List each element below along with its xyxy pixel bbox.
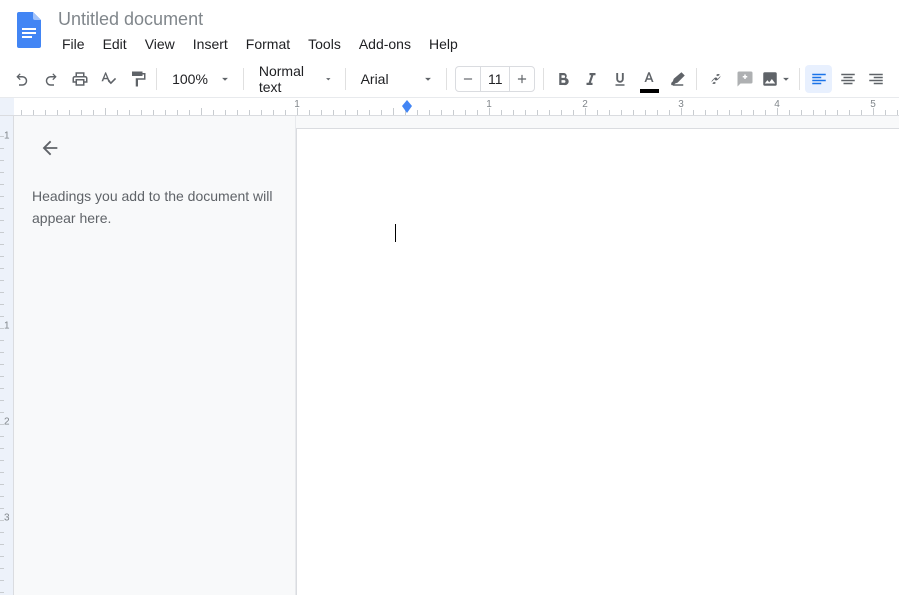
zoom-dropdown[interactable]: 100% [162, 65, 238, 93]
print-button[interactable] [67, 65, 94, 93]
separator [446, 68, 447, 90]
left-indent-marker[interactable] [402, 106, 412, 113]
menu-file[interactable]: File [54, 32, 93, 56]
redo-button[interactable] [38, 65, 65, 93]
menu-help[interactable]: Help [421, 32, 466, 56]
toolbar: 100% Normal text Arial [0, 60, 899, 98]
v-ruler-num: 3 [4, 513, 10, 524]
separator [345, 68, 346, 90]
horizontal-ruler[interactable]: 1 1 2 3 4 5 [0, 98, 899, 116]
separator [543, 68, 544, 90]
document-canvas[interactable] [296, 116, 899, 595]
font-size-stepper [455, 66, 535, 92]
text-cursor [395, 224, 396, 242]
separator [696, 68, 697, 90]
font-size-increase[interactable] [510, 67, 534, 91]
menu-view[interactable]: View [137, 32, 183, 56]
chevron-down-icon [218, 72, 232, 86]
outline-collapse-button[interactable] [32, 130, 68, 166]
menu-addons[interactable]: Add-ons [351, 32, 419, 56]
menu-tools[interactable]: Tools [300, 32, 349, 56]
text-color-button[interactable] [636, 65, 663, 93]
separator [156, 68, 157, 90]
text-color-indicator [640, 89, 659, 93]
font-family-value: Arial [361, 71, 389, 87]
insert-link-button[interactable] [702, 65, 729, 93]
insert-comment-button[interactable] [731, 65, 758, 93]
chevron-down-icon [779, 72, 793, 86]
font-family-dropdown[interactable]: Arial [351, 65, 442, 93]
v-ruler-num: 1 [4, 131, 10, 142]
font-size-input[interactable] [480, 67, 510, 91]
paragraph-style-value: Normal text [259, 63, 313, 95]
header-bar: Untitled document File Edit View Insert … [0, 0, 899, 56]
arrow-left-icon [39, 137, 61, 159]
doc-title[interactable]: Untitled document [54, 6, 466, 32]
h-ruler-track: 1 1 2 3 4 5 [14, 98, 899, 115]
bold-button[interactable] [549, 65, 576, 93]
underline-button[interactable] [607, 65, 634, 93]
ruler-corner [0, 98, 14, 115]
outline-empty-hint: Headings you add to the document will ap… [32, 186, 277, 229]
align-right-button[interactable] [863, 65, 890, 93]
menu-format[interactable]: Format [238, 32, 298, 56]
font-size-decrease[interactable] [456, 67, 480, 91]
italic-button[interactable] [578, 65, 605, 93]
separator [243, 68, 244, 90]
workspace: 1 1 2 3 Headings you add to the document… [0, 116, 899, 595]
docs-logo[interactable] [10, 10, 50, 50]
separator [799, 68, 800, 90]
page[interactable] [296, 128, 899, 595]
chevron-down-icon [323, 72, 334, 86]
paragraph-style-dropdown[interactable]: Normal text [249, 65, 340, 93]
zoom-value: 100% [172, 71, 208, 87]
v-ruler-num: 2 [4, 417, 10, 428]
menu-insert[interactable]: Insert [185, 32, 236, 56]
insert-image-button[interactable] [760, 65, 795, 93]
paint-format-button[interactable] [124, 65, 151, 93]
menu-edit[interactable]: Edit [95, 32, 135, 56]
menu-bar: File Edit View Insert Format Tools Add-o… [54, 32, 466, 56]
outline-panel: Headings you add to the document will ap… [14, 116, 296, 595]
undo-button[interactable] [9, 65, 36, 93]
highlight-button[interactable] [665, 65, 692, 93]
align-center-button[interactable] [834, 65, 861, 93]
spellcheck-button[interactable] [95, 65, 122, 93]
align-left-button[interactable] [805, 65, 832, 93]
v-ruler-num: 1 [4, 321, 10, 332]
chevron-down-icon [421, 72, 435, 86]
vertical-ruler[interactable]: 1 1 2 3 [0, 116, 14, 595]
